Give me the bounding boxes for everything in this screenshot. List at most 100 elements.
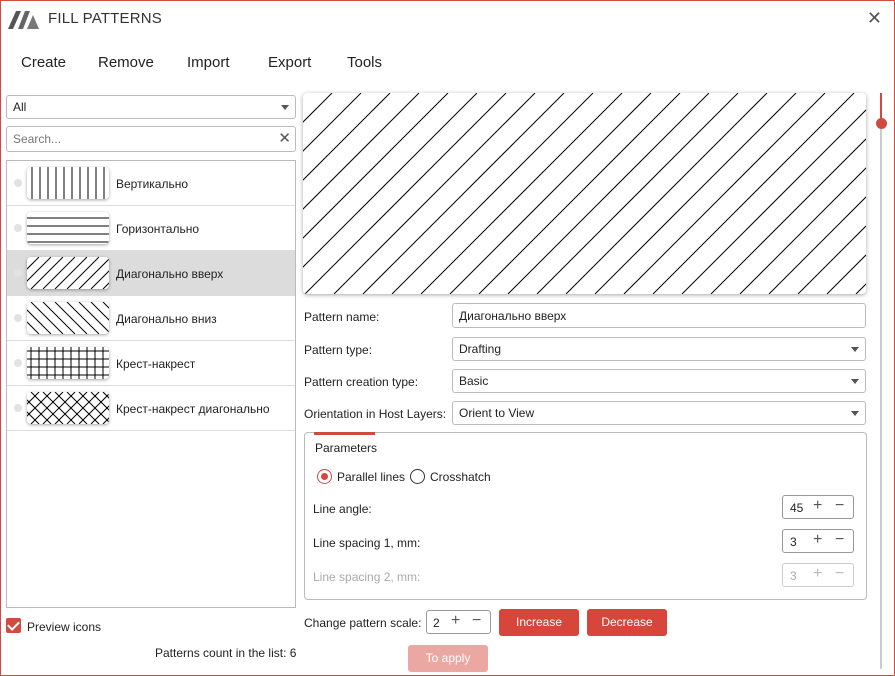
parallel-lines-radio[interactable]: [317, 469, 332, 484]
chevron-down-icon: [851, 411, 859, 416]
preview-hatch-line: [449, 93, 652, 294]
line-spacing-2-value: 3: [790, 569, 797, 583]
parameters-title: Parameters: [315, 441, 378, 455]
filter-value: All: [13, 100, 27, 114]
pattern-item-diagonal-down[interactable]: Диагонально вниз: [7, 296, 295, 341]
decrement-button[interactable]: −: [472, 612, 481, 630]
decrement-button[interactable]: −: [835, 497, 844, 515]
pattern-preview: [303, 93, 866, 294]
line-spacing-2-label: Line spacing 2, mm:: [313, 570, 421, 584]
creation-type-dropdown[interactable]: Basic: [452, 369, 866, 393]
search-input[interactable]: [13, 128, 263, 150]
line-spacing-2-stepper: 3 + −: [782, 563, 854, 587]
chevron-down-icon: [851, 347, 859, 352]
clear-search-icon[interactable]: ✕: [278, 129, 291, 147]
preview-hatch-line: [391, 93, 594, 294]
status-dot: [14, 404, 22, 412]
line-angle-value: 45: [790, 501, 804, 515]
decrement-button: −: [835, 565, 845, 582]
line-spacing-1-value: 3: [790, 535, 797, 549]
filter-dropdown[interactable]: All: [6, 95, 296, 119]
preview-hatch-line: [303, 93, 362, 152]
pattern-thumbnail: [27, 257, 109, 289]
pattern-thumbnail: [27, 212, 109, 244]
preview-hatch-line: [362, 93, 565, 294]
pattern-name-label: Pattern name:: [304, 310, 380, 324]
pattern-scale-label: Change pattern scale:: [304, 616, 422, 630]
chevron-down-icon: [281, 105, 289, 110]
increase-button[interactable]: Increase: [499, 609, 579, 636]
pattern-item-diagonal-up[interactable]: Диагонально вверх: [7, 251, 295, 296]
pattern-scale-value: 2: [433, 616, 440, 630]
pattern-thumbnail: [27, 302, 109, 334]
pattern-thumbnail: [27, 347, 109, 379]
zoom-slider-track[interactable]: [880, 93, 882, 669]
orientation-dropdown[interactable]: Orient to View: [452, 401, 866, 425]
pattern-scale-stepper[interactable]: 2 + −: [426, 610, 491, 634]
decrease-button[interactable]: Decrease: [587, 609, 667, 636]
menu-create[interactable]: Create: [21, 54, 66, 71]
parameters-panel: Parameters Parallel lines Crosshatch Lin…: [304, 432, 867, 600]
pattern-name-field[interactable]: Диагонально вверх: [452, 303, 866, 328]
title-bar: FILL PATTERNS ✕: [1, 1, 894, 37]
status-dot: [14, 359, 22, 367]
diagonal-crosshatch-pattern-icon: [27, 392, 109, 424]
preview-hatch-line: [681, 109, 866, 294]
menu-remove[interactable]: Remove: [98, 54, 154, 71]
preview-icons-checkbox[interactable]: [6, 618, 21, 633]
pattern-item-label: Горизонтально: [116, 222, 200, 236]
apply-button: To apply: [408, 645, 488, 672]
pattern-list: Вертикально Горизонтально Диагонально вв…: [6, 160, 296, 608]
line-angle-label: Line angle:: [313, 502, 372, 516]
increment-button[interactable]: +: [451, 612, 460, 630]
pattern-item-crosshatch[interactable]: Крест-накрест: [7, 341, 295, 386]
diagonal-up-pattern-icon: [27, 257, 109, 289]
preview-hatch-line: [420, 93, 623, 294]
increment-button[interactable]: +: [813, 497, 822, 515]
zoom-slider-thumb[interactable]: [876, 118, 887, 129]
menu-tools[interactable]: Tools: [347, 54, 382, 71]
pattern-item-label: Диагонально вниз: [116, 312, 217, 326]
pattern-item-horizontal[interactable]: Горизонтально: [7, 206, 295, 251]
decrement-button[interactable]: −: [835, 531, 844, 549]
vertical-pattern-icon: [31, 167, 105, 199]
pattern-item-vertical[interactable]: Вертикально: [7, 161, 295, 206]
menu-import[interactable]: Import: [187, 54, 230, 71]
crosshatch-label: Crosshatch: [430, 470, 491, 484]
increment-button[interactable]: +: [813, 531, 822, 549]
close-icon[interactable]: ✕: [867, 8, 882, 29]
pattern-item-diagonal-crosshatch[interactable]: Крест-накрест диагонально: [7, 386, 295, 431]
menu-export[interactable]: Export: [268, 54, 311, 71]
horizontal-pattern-icon: [27, 217, 109, 243]
pattern-item-label: Крест-накрест: [116, 357, 196, 371]
increment-button: +: [813, 565, 823, 582]
preview-hatch-line: [303, 93, 449, 239]
parallel-lines-label: Parallel lines: [337, 470, 406, 484]
pattern-preview-canvas: [303, 93, 866, 294]
creation-type-label: Pattern creation type:: [304, 375, 419, 389]
crosshatch-radio[interactable]: [410, 469, 425, 484]
line-spacing-1-stepper[interactable]: 3 + −: [782, 529, 854, 553]
preview-icons-label: Preview icons: [27, 620, 102, 634]
preview-hatch-line: [333, 93, 536, 294]
pattern-name-value: Диагонально вверх: [459, 309, 567, 323]
preview-hatch-line: [303, 93, 333, 123]
preview-hatch-line: [739, 167, 866, 294]
parameters-tab-indicator: [314, 432, 375, 435]
status-dot: [14, 269, 22, 277]
preview-hatch-line: [710, 138, 866, 294]
pattern-type-value: Drafting: [459, 342, 502, 356]
pattern-item-label: Крест-накрест диагонально: [116, 402, 270, 416]
preview-hatch-line: [797, 225, 866, 294]
fill-patterns-window: FILL PATTERNS ✕ Create Remove Import Exp…: [0, 0, 895, 676]
crosshatch-pattern-icon: [27, 347, 109, 379]
preview-hatch-line: [478, 93, 681, 294]
pattern-type-dropdown[interactable]: Drafting: [452, 337, 866, 361]
pattern-item-label: Диагонально вверх: [116, 267, 224, 281]
patterns-count: Patterns count in the list: 6: [155, 646, 297, 660]
preview-hatch-line: [826, 254, 866, 294]
preview-hatch-line: [623, 93, 826, 294]
line-spacing-1-label: Line spacing 1, mm:: [313, 536, 421, 550]
line-angle-stepper[interactable]: 45 + −: [782, 495, 854, 519]
menu-bar: Create Remove Import Export Tools: [1, 37, 894, 87]
